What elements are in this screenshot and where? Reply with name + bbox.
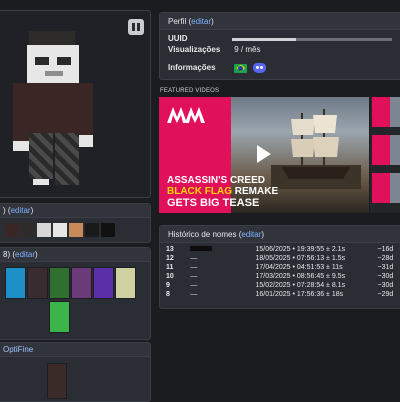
mw-logo-icon: [167, 107, 205, 123]
row-number: 10: [166, 273, 174, 280]
row-number: 9: [166, 282, 170, 289]
video-playlist: [370, 97, 400, 213]
table-row: 11 — 17/04/2025 • 04:51:53 ± 11s ~31d: [164, 263, 400, 272]
video-title-line2: REMAKE: [234, 186, 279, 197]
name-redacted: [190, 246, 213, 251]
row-date: 15/06/2025 • 19:39:55 ± 2.1s: [255, 246, 346, 253]
row-ago: ~30d: [377, 273, 394, 280]
cape-thumb[interactable]: [49, 267, 70, 299]
video-title-line3: GETS BIG TEASE: [167, 197, 260, 209]
pause-button[interactable]: [128, 19, 144, 35]
cape-thumb[interactable]: [27, 267, 48, 299]
row-ago: ~30d: [377, 282, 394, 289]
skins-title-suffix: ): [3, 206, 6, 215]
uuid-value-redacted: [232, 38, 392, 41]
skin-thumb[interactable]: [53, 223, 67, 237]
cape-thumb[interactable]: [71, 267, 92, 299]
history-title: Histórico de nomes: [168, 230, 237, 239]
skin-thumb[interactable]: [5, 223, 19, 237]
views-label: Visualizações: [168, 45, 221, 54]
skin-thumb[interactable]: [21, 223, 35, 237]
row-ago: ~28d: [377, 255, 394, 262]
profile-header: Perfil (editar): [160, 13, 400, 30]
history-edit-link[interactable]: editar: [241, 230, 261, 239]
optifine-card: OptiFine: [0, 342, 151, 402]
row-number: 13: [166, 246, 174, 253]
table-row: 10 — 17/03/2025 • 08:56:45 ± 9.5s ~30d: [164, 272, 400, 281]
video-title-line1: ASSASSIN'S CREED: [167, 175, 265, 186]
info-label: Informações: [168, 63, 216, 73]
row-date: 16/01/2025 • 17:56:36 ± 18s: [255, 291, 344, 298]
capes-card: 8) (editar): [0, 247, 151, 340]
discord-icon[interactable]: [253, 63, 267, 73]
playlist-thumb[interactable]: [372, 135, 400, 165]
row-date: 17/03/2025 • 08:56:45 ± 9.5s: [255, 273, 346, 280]
row-number: 11: [166, 264, 174, 271]
row-number: 12: [166, 255, 174, 262]
skin-thumb[interactable]: [85, 223, 99, 237]
row-name: —: [190, 255, 198, 262]
play-icon[interactable]: [257, 145, 271, 163]
featured-video-player[interactable]: ASSASSIN'S CREED BLACK FLAG REMAKE GETS …: [159, 97, 369, 213]
row-ago: ~16d: [377, 246, 394, 253]
ship-illustration: [271, 109, 361, 189]
skin-viewer[interactable]: [0, 10, 151, 198]
skin-thumb[interactable]: [37, 223, 51, 237]
profile-card: Perfil (editar) UUID Visualizações 9 / m…: [159, 12, 400, 80]
row-number: 8: [166, 291, 170, 298]
playlist-thumb[interactable]: [372, 173, 400, 203]
row-ago: ~31d: [377, 264, 394, 271]
table-row: 13 15/06/2025 • 19:39:55 ± 2.1s ~16d: [164, 245, 400, 254]
row-name: —: [190, 264, 198, 271]
video-title-highlight: BLACK FLAG: [167, 186, 232, 197]
row-date: 15/02/2025 • 07:28:54 ± 8.1s: [255, 282, 346, 289]
skins-card: ) (editar): [0, 203, 151, 243]
table-row: 9 — 15/02/2025 • 07:28:54 ± 8.1s ~30d: [164, 281, 400, 290]
history-header: Histórico de nomes (editar): [160, 226, 400, 243]
playlist-thumb[interactable]: [372, 97, 400, 127]
row-name: —: [190, 291, 198, 298]
cape-thumb[interactable]: [49, 301, 70, 333]
row-name: —: [190, 282, 198, 289]
optifine-title: OptiFine: [3, 345, 34, 354]
featured-videos-label: FEATURED VIDEOS: [160, 88, 220, 94]
row-date: 17/04/2025 • 04:51:53 ± 11s: [255, 264, 343, 271]
cape-thumb[interactable]: [93, 267, 114, 299]
row-ago: ~29d: [377, 291, 394, 298]
skins-edit-link[interactable]: editar: [11, 206, 31, 215]
row-date: 18/05/2025 • 07:56:13 ± 1.5s: [255, 255, 346, 262]
skin-thumb[interactable]: [101, 223, 115, 237]
capes-edit-link[interactable]: editar: [15, 250, 35, 259]
table-row: 8 — 16/01/2025 • 17:56:36 ± 18s ~29d: [164, 290, 400, 299]
cape-thumb[interactable]: [115, 267, 136, 299]
profile-title: Perfil: [168, 17, 187, 26]
row-name: —: [190, 273, 198, 280]
skin-thumb[interactable]: [69, 223, 83, 237]
brazil-flag-icon: [234, 63, 248, 73]
optifine-cape[interactable]: [47, 363, 67, 399]
name-history-card: Histórico de nomes (editar) 13 15/06/202…: [159, 225, 400, 309]
cape-thumb[interactable]: [5, 267, 26, 299]
uuid-label: UUID: [168, 34, 188, 43]
views-value: 9 / mês: [234, 45, 261, 54]
table-row: 12 — 18/05/2025 • 07:56:13 ± 1.5s ~28d: [164, 254, 400, 263]
skin-figure: [13, 31, 107, 191]
profile-edit-link[interactable]: editar: [191, 17, 211, 26]
history-table: 13 15/06/2025 • 19:39:55 ± 2.1s ~16d 12 …: [164, 245, 400, 299]
capes-title-suffix: 8): [3, 250, 11, 259]
